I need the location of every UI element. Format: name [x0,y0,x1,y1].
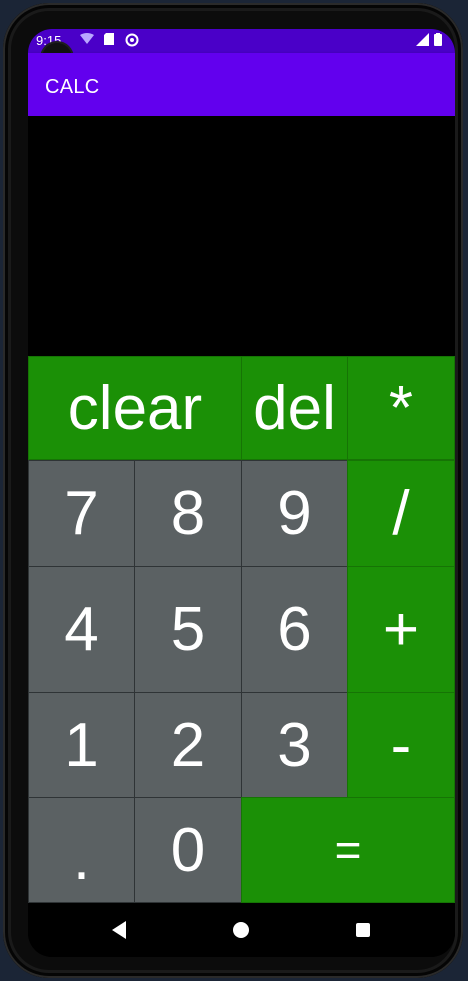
wifi-icon [80,33,94,49]
battery-icon [434,33,442,50]
signal-icon [416,33,429,50]
recents-icon[interactable] [356,923,370,937]
sync-icon [125,33,139,51]
two-button[interactable]: 2 [134,692,242,798]
seven-button[interactable]: 7 [28,460,135,567]
delete-button[interactable]: del [241,356,348,460]
screen: 9:15 CALC clear del * 7 8 9 / 4 5 6 + 1 … [28,29,455,957]
navigation-bar [28,903,455,957]
six-button[interactable]: 6 [241,566,348,693]
clear-button[interactable]: clear [28,356,242,460]
one-button[interactable]: 1 [28,692,135,798]
minus-button[interactable]: - [347,692,455,798]
equals-button[interactable]: = [241,797,455,903]
decimal-button[interactable]: . [28,797,135,903]
four-button[interactable]: 4 [28,566,135,693]
app-bar: CALC [28,53,455,116]
divide-button[interactable]: / [347,460,455,567]
home-icon[interactable] [233,922,249,938]
multiply-button[interactable]: * [347,356,455,460]
five-button[interactable]: 5 [134,566,242,693]
phone-frame: 9:15 CALC clear del * 7 8 9 / 4 5 6 + 1 … [3,3,463,978]
status-bar: 9:15 [28,29,455,53]
calc-display [28,116,455,356]
sd-card-icon [104,33,114,49]
three-button[interactable]: 3 [241,692,348,798]
keypad: clear del * 7 8 9 / 4 5 6 + 1 2 3 - . 0 … [28,356,455,903]
plus-button[interactable]: + [347,566,455,693]
app-title: CALC [45,76,100,98]
nine-button[interactable]: 9 [241,460,348,567]
eight-button[interactable]: 8 [134,460,242,567]
back-icon[interactable] [112,921,126,939]
zero-button[interactable]: 0 [134,797,242,903]
